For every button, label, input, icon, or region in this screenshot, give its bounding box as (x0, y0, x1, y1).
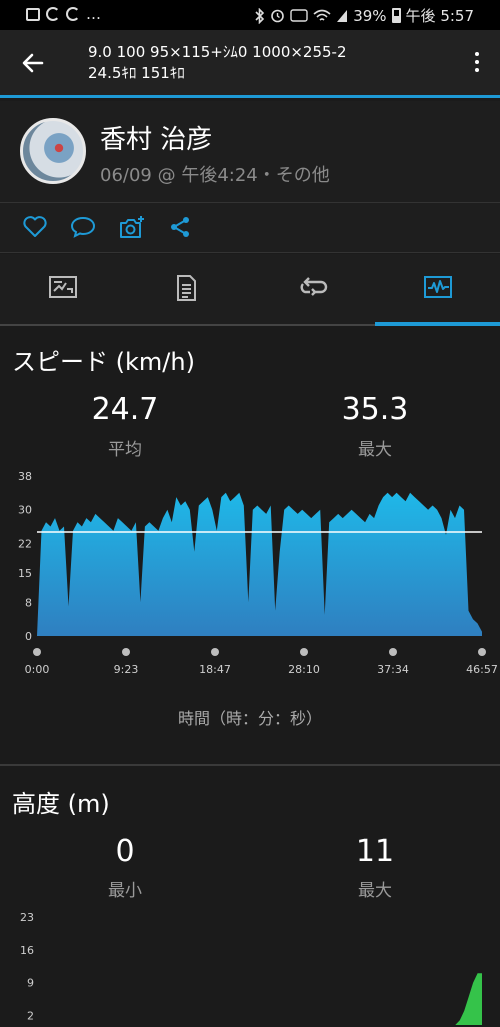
speed-x-tick-dot (478, 648, 486, 656)
alarm-icon (271, 9, 285, 23)
tab-charts[interactable] (375, 254, 500, 326)
battery-percent: 39% (353, 6, 387, 25)
activity-title-line2: 24.5ｷﾛ 151ｷﾛ (88, 64, 185, 82)
tab-laps[interactable] (250, 254, 375, 324)
speed-y-tick: 0 (25, 630, 32, 643)
speed-avg-label: 平均 (108, 440, 142, 460)
chart-icon (424, 276, 452, 298)
heart-icon (23, 216, 47, 237)
speed-x-tick: 37:34 (377, 663, 409, 676)
activity-title: 9.0 100 95×115+ｼﾑ0 1000×255-2 24.5ｷﾛ 151… (88, 42, 347, 84)
altitude-area (42, 973, 482, 1025)
speed-x-tick-dot (33, 648, 41, 656)
detail-tabs (0, 254, 500, 326)
speed-x-tick-dot (389, 648, 397, 656)
bluetooth-icon (255, 7, 265, 24)
altitude-title: 高度 (m) (12, 790, 110, 818)
speech-bubble-icon (70, 216, 96, 238)
altitude-y-tick: 23 (20, 911, 34, 924)
speed-x-tick: 18:47 (199, 663, 231, 676)
speed-max-value: 35.3 (341, 392, 409, 427)
user-name[interactable]: 香村 治彦 (100, 119, 212, 156)
altitude-panel: 高度 (m) 0 最小 11 最大 23 16 9 2 (0, 766, 500, 1027)
speed-y-tick: 22 (18, 537, 32, 550)
tab-stats[interactable] (125, 254, 250, 324)
share-button[interactable] (168, 215, 196, 241)
status-bar: … 39% 午後 5:57 (0, 0, 500, 30)
speed-chart: 38 30 22 15 8 0 0:00 9:23 18:47 28:10 37:34 46:57 (18, 470, 498, 676)
back-button[interactable] (20, 48, 50, 78)
like-button[interactable] (22, 215, 50, 241)
arrow-left-icon (22, 53, 44, 73)
battery-icon (391, 8, 401, 23)
action-row (0, 203, 500, 253)
add-photo-button[interactable] (118, 215, 146, 241)
speed-area (37, 492, 482, 636)
sync-notification-icon-2 (66, 7, 80, 21)
speed-y-tick: 8 (25, 596, 32, 609)
speed-max-label: 最大 (358, 440, 392, 460)
speed-y-tick: 15 (18, 567, 32, 580)
more-notifications-icon: … (86, 5, 101, 23)
speed-title: スピード (km/h) (12, 348, 195, 376)
altitude-min-value: 0 (115, 834, 135, 869)
more-options-button[interactable] (472, 52, 482, 78)
kebab-menu-icon (475, 52, 479, 56)
share-icon (171, 217, 189, 237)
speed-x-tick: 9:23 (114, 663, 139, 676)
comment-button[interactable] (70, 215, 98, 241)
speed-y-tick: 38 (18, 470, 32, 483)
camera-plus-icon (120, 216, 144, 238)
wifi-icon (313, 9, 331, 21)
activity-owner: 香村 治彦 06/09 @ 午後4:24・その他 (0, 101, 500, 203)
speed-x-tick-dot (122, 648, 130, 656)
altitude-max-value: 11 (355, 834, 395, 869)
speed-x-caption: 時間（時：分：秒） (177, 709, 322, 728)
speed-x-tick: 28:10 (288, 663, 320, 676)
tab-overview[interactable] (0, 254, 125, 324)
speed-avg-value: 24.7 (91, 392, 159, 427)
altitude-y-tick: 9 (27, 977, 34, 990)
altitude-min-label: 最小 (108, 881, 142, 901)
speed-x-tick-dot (211, 648, 219, 656)
app-bar: 9.0 100 95×115+ｼﾑ0 1000×255-2 24.5ｷﾛ 151… (0, 30, 500, 98)
speed-panel: スピード (km/h) 24.7 平均 35.3 最大 38 30 22 15 8 0 0:… (0, 328, 500, 764)
speed-y-tick: 30 (18, 504, 32, 517)
document-icon (177, 275, 196, 301)
altitude-y-tick: 2 (27, 1010, 34, 1023)
activity-title-line1: 9.0 100 95×115+ｼﾑ0 1000×255-2 (88, 43, 347, 61)
speed-x-tick: 0:00 (25, 663, 50, 676)
loop-arrows-icon (300, 277, 328, 296)
speed-x-tick: 46:57 (466, 663, 498, 676)
altitude-max-label: 最大 (358, 881, 392, 901)
activity-meta: 06/09 @ 午後4:24・その他 (100, 165, 330, 186)
clock: 午後 5:57 (405, 7, 474, 25)
sync-notification-icon (46, 7, 60, 21)
avatar[interactable] (20, 118, 86, 184)
speed-x-tick-dot (300, 648, 308, 656)
altitude-y-tick: 16 (20, 944, 34, 957)
overview-icon (49, 276, 77, 298)
volte-icon (290, 9, 308, 22)
signal-icon (337, 9, 348, 22)
altitude-chart: 23 16 9 2 (20, 911, 482, 1025)
image-notification-icon (26, 7, 40, 21)
